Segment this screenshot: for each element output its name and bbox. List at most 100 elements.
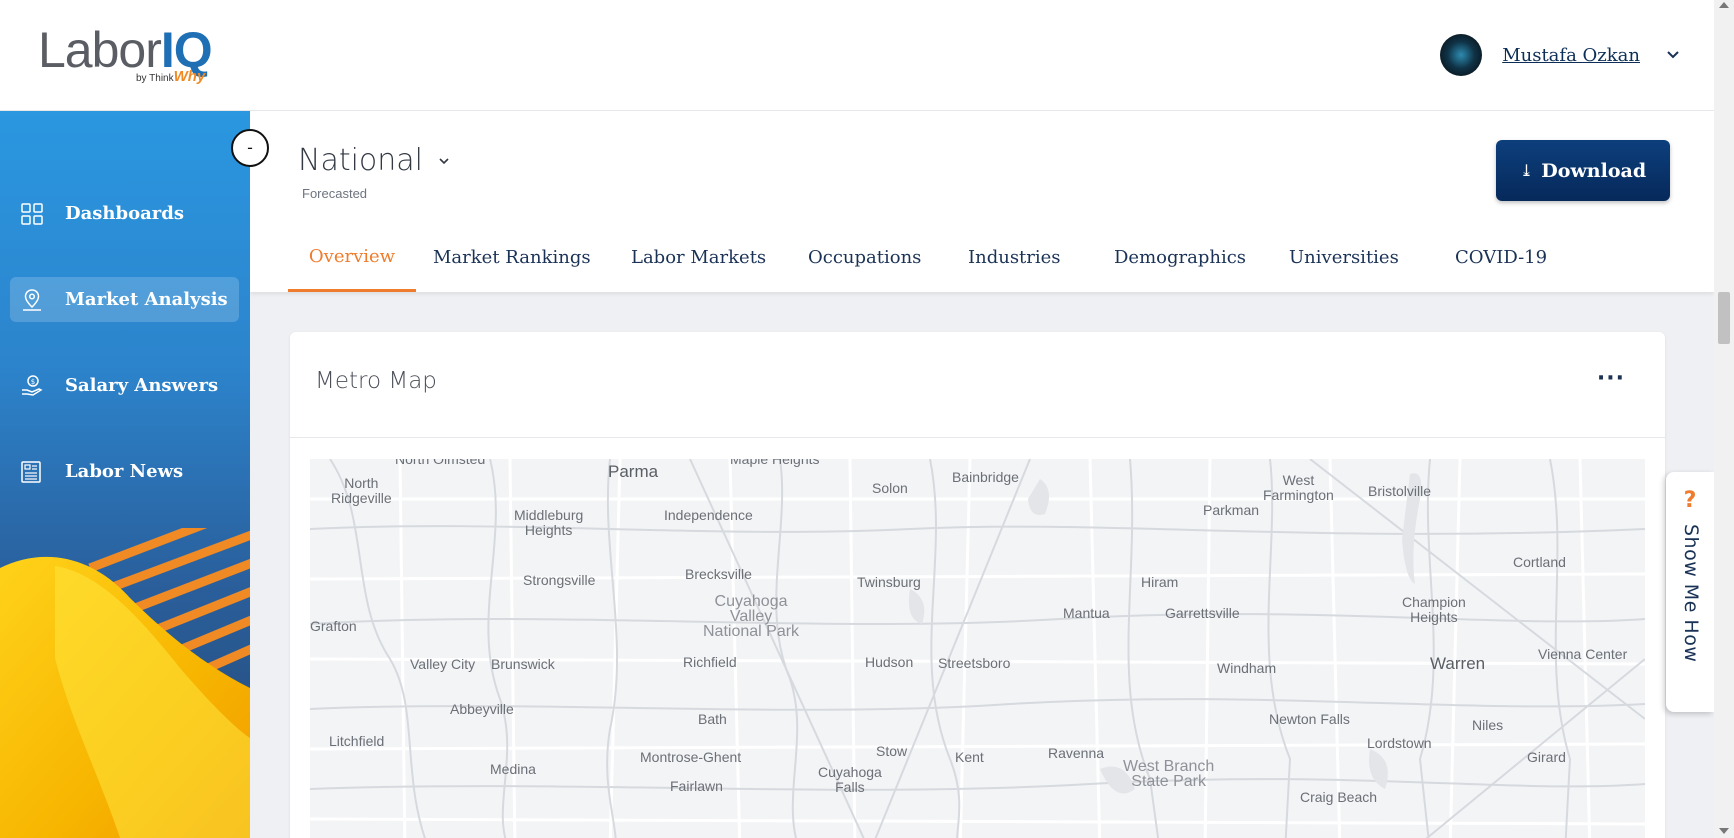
map-label: Middleburg Heights — [514, 507, 584, 538]
tab-covid-19[interactable]: COVID-19 — [1455, 227, 1547, 292]
download-icon: ⤓ — [1519, 161, 1534, 180]
card-title: Metro Map — [315, 368, 437, 394]
map-label: Brunswick — [491, 656, 555, 672]
app: LaborIQ by ThinkWhy Mustafa Ozkan Dashbo… — [0, 0, 1734, 838]
map-label: Stow — [876, 743, 908, 759]
sidebar-item-labor-news[interactable]: Labor News — [10, 449, 239, 494]
download-label: Download — [1541, 159, 1647, 182]
region-selector[interactable]: National — [298, 143, 451, 178]
metro-map-card: Metro Map ··· North Olmsted Parma Maple … — [290, 332, 1665, 838]
svg-text:$: $ — [31, 378, 35, 386]
market-header-panel: National Forecasted ⤓ Download Overview … — [250, 111, 1714, 292]
sidebar-item-market-analysis[interactable]: Market Analysis — [10, 277, 239, 322]
map-label: Windham — [1217, 660, 1277, 676]
map-label: Kent — [955, 749, 984, 765]
download-button[interactable]: ⤓ Download — [1496, 140, 1670, 201]
map-label: Niles — [1472, 717, 1504, 733]
show-me-how-tab[interactable]: ? Show Me How — [1666, 472, 1714, 712]
region-title[interactable]: National — [298, 143, 423, 178]
map-label: Cortland — [1513, 554, 1566, 570]
logo-byline-text: by Think — [136, 73, 174, 84]
tab-demographics[interactable]: Demographics — [1114, 227, 1246, 292]
map-label: Girard — [1527, 749, 1566, 765]
map-label: Parkman — [1203, 502, 1260, 518]
map-label: Warren — [1430, 654, 1486, 673]
region-subtitle: Forecasted — [302, 186, 368, 201]
newspaper-icon — [21, 460, 41, 483]
help-question-icon: ? — [1683, 488, 1697, 513]
map-roads — [310, 459, 1645, 838]
map-label: Mantua — [1063, 605, 1110, 621]
map-label: Litchfield — [329, 733, 385, 749]
map-label: Maple Heights — [730, 459, 820, 467]
map-label: Solon — [872, 480, 908, 496]
sidebar-item-label: Labor News — [65, 461, 184, 482]
map-label: Lordstown — [1367, 735, 1432, 751]
map-label: Champion Heights — [1402, 594, 1466, 625]
metro-map[interactable]: North Olmsted Parma Maple Heights North … — [310, 459, 1645, 838]
show-me-how-label: Show Me How — [1680, 524, 1702, 663]
sidebar-item-dashboards[interactable]: Dashboards — [10, 191, 239, 236]
map-label: Twinsburg — [857, 574, 921, 590]
map-label: North Olmsted — [395, 459, 486, 467]
map-label: Strongsville — [523, 572, 596, 588]
sidebar-collapse-button[interactable]: - — [231, 129, 269, 167]
sidebar-item-label: Dashboards — [65, 203, 184, 224]
avatar[interactable] — [1440, 34, 1483, 76]
user-menu[interactable]: Mustafa Ozkan — [1440, 34, 1680, 76]
map-label: Streetsboro — [938, 655, 1011, 671]
sidebar-item-label: Market Analysis — [65, 289, 228, 310]
map-label: Valley City — [410, 656, 476, 672]
tab-universities[interactable]: Universities — [1289, 227, 1399, 292]
more-options-button[interactable]: ··· — [1597, 368, 1625, 390]
top-header: LaborIQ by ThinkWhy Mustafa Ozkan — [0, 0, 1714, 111]
card-header: Metro Map ··· — [290, 332, 1665, 438]
map-label: West Branch State Park — [1123, 758, 1215, 790]
page-scrollbar[interactable] — [1714, 0, 1734, 838]
map-label: Bath — [698, 711, 727, 727]
map-label: Craig Beach — [1300, 789, 1378, 805]
tab-occupations[interactable]: Occupations — [808, 227, 921, 292]
tab-industries[interactable]: Industries — [968, 227, 1061, 292]
logo-byline-accent: Why — [173, 68, 206, 85]
map-label: Fairlawn — [670, 778, 723, 794]
map-label: Richfield — [683, 654, 737, 670]
user-name-link[interactable]: Mustafa Ozkan — [1502, 45, 1640, 66]
map-label: Vienna Center — [1538, 646, 1628, 662]
map-label: Montrose-Ghent — [640, 749, 742, 765]
map-label: Brecksville — [685, 566, 752, 582]
map-label: Ravenna — [1048, 745, 1105, 761]
map-label: Cuyahoga Falls — [818, 764, 882, 795]
scrollbar-thumb[interactable] — [1718, 292, 1730, 344]
sidebar-decoration — [0, 528, 250, 838]
map-label: Parma — [608, 462, 659, 481]
logo-byline: by ThinkWhy — [136, 68, 205, 85]
chevron-down-icon[interactable] — [437, 154, 451, 168]
tab-overview[interactable]: Overview — [288, 227, 416, 292]
scroll-up-arrow-icon[interactable] — [1719, 2, 1729, 8]
map-label: Bristolville — [1368, 483, 1432, 499]
scroll-down-arrow-icon[interactable] — [1719, 828, 1729, 834]
map-label: Newton Falls — [1269, 711, 1350, 727]
money-hand-icon: $ — [22, 374, 43, 396]
map-label: Independence — [664, 507, 753, 523]
map-label: Hiram — [1141, 574, 1179, 590]
chevron-down-icon[interactable] — [1666, 48, 1680, 62]
main-content: National Forecasted ⤓ Download Overview … — [250, 111, 1714, 838]
dashboard-grid-icon — [21, 202, 43, 225]
map-label: Garrettsville — [1165, 605, 1240, 621]
sidebar: Dashboards Market Analysis $ Salary Answ… — [0, 111, 250, 838]
map-label: West Farmington — [1263, 472, 1334, 503]
map-label: Hudson — [865, 654, 914, 670]
map-label: Medina — [490, 761, 536, 777]
map-label: Bainbridge — [952, 469, 1019, 485]
laboriq-logo[interactable]: LaborIQ by ThinkWhy — [38, 22, 218, 92]
sidebar-item-salary-answers[interactable]: $ Salary Answers — [10, 363, 239, 408]
map-label: Grafton — [310, 618, 357, 634]
map-pin-icon — [23, 288, 41, 311]
map-label: Abbeyville — [450, 701, 514, 717]
tab-market-rankings[interactable]: Market Rankings — [433, 227, 591, 292]
tab-labor-markets[interactable]: Labor Markets — [631, 227, 766, 292]
map-label: North Ridgeville — [331, 475, 392, 506]
sidebar-item-label: Salary Answers — [65, 375, 219, 396]
